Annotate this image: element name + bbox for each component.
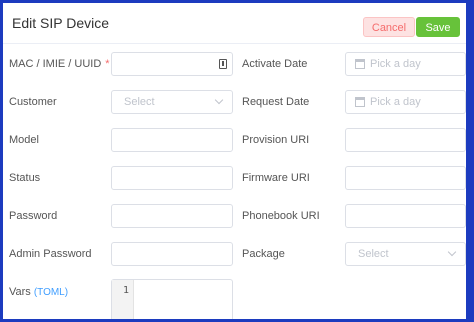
vars-code-editor[interactable]: 1 [111,279,233,319]
request-date-label: Request Date [242,96,310,108]
package-placeholder: Select [358,248,389,260]
firmware-uri-input[interactable] [345,166,466,190]
status-label: Status [9,172,41,184]
chevron-down-icon [447,247,457,257]
password-label: Password [9,210,58,222]
line-number-gutter: 1 [112,280,134,319]
package-label: Package [242,248,285,260]
header-divider [3,43,466,44]
edit-sip-device-dialog: Edit SIP Device Cancel Save MAC / IMIE /… [3,3,466,319]
mac-label: MAC / IMIE / UUID * [9,58,110,70]
activate-date-label: Activate Date [242,58,308,70]
dialog-title: Edit SIP Device [12,15,110,31]
required-asterisk: * [105,58,110,70]
firmware-uri-label: Firmware URI [242,172,310,184]
request-date-picker[interactable]: Pick a day [345,90,466,114]
phonebook-uri-label: Phonebook URI [242,210,320,222]
mac-input[interactable] [111,52,233,76]
calendar-icon [355,97,365,107]
customer-label: Customer [9,96,57,108]
toml-link[interactable]: (TOML) [34,287,68,298]
vars-label: Vars (TOML) [9,286,68,298]
id-card-icon [219,59,227,69]
provision-uri-label: Provision URI [242,134,310,146]
mac-label-text: MAC / IMIE / UUID [9,58,102,70]
admin-password-input[interactable] [111,242,233,266]
activate-date-placeholder: Pick a day [370,58,421,70]
cancel-button[interactable]: Cancel [363,17,415,37]
vars-label-text: Vars [9,286,31,298]
phonebook-uri-input[interactable] [345,204,466,228]
customer-select[interactable]: Select [111,90,233,114]
admin-password-label: Admin Password [9,248,92,260]
provision-uri-input[interactable] [345,128,466,152]
model-input[interactable] [111,128,233,152]
package-select[interactable]: Select [345,242,466,266]
calendar-icon [355,59,365,69]
id-card-icon-mark [222,61,224,66]
line-number: 1 [122,285,129,296]
chevron-down-icon [214,95,224,105]
status-input[interactable] [111,166,233,190]
request-date-placeholder: Pick a day [370,96,421,108]
activate-date-picker[interactable]: Pick a day [345,52,466,76]
customer-placeholder: Select [124,96,155,108]
save-button[interactable]: Save [416,17,460,37]
model-label: Model [9,134,39,146]
password-input[interactable] [111,204,233,228]
